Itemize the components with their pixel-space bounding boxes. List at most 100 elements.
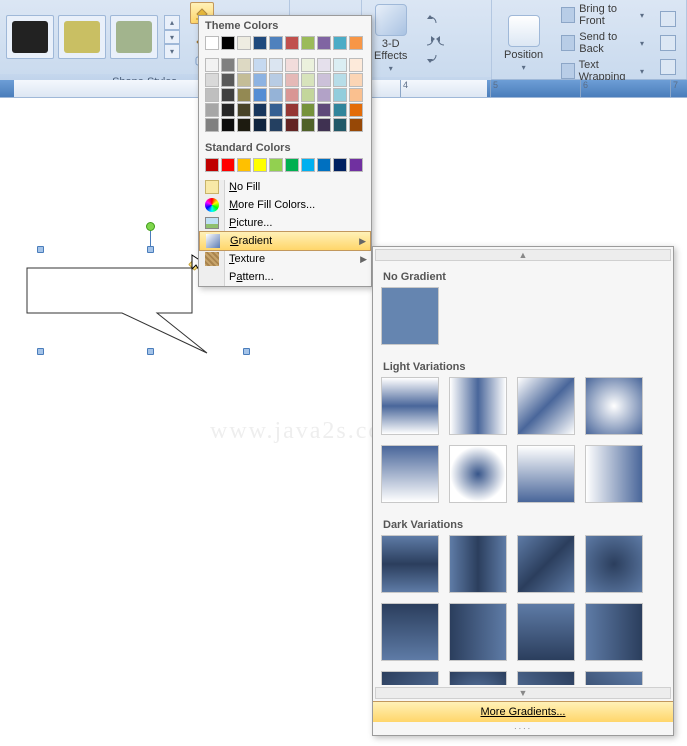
color-swatch[interactable] bbox=[349, 36, 363, 50]
color-swatch[interactable] bbox=[205, 103, 219, 117]
color-swatch[interactable] bbox=[253, 36, 267, 50]
gradient-swatch[interactable] bbox=[517, 445, 575, 503]
color-swatch[interactable] bbox=[269, 73, 283, 87]
color-swatch[interactable] bbox=[301, 88, 315, 102]
color-swatch[interactable] bbox=[253, 103, 267, 117]
rotate-button[interactable] bbox=[656, 56, 680, 78]
color-swatch[interactable] bbox=[205, 36, 219, 50]
resize-grip-icon[interactable]: ∙∙∙∙ bbox=[373, 722, 673, 735]
color-swatch[interactable] bbox=[253, 73, 267, 87]
color-swatch[interactable] bbox=[269, 58, 283, 72]
color-swatch[interactable] bbox=[237, 58, 251, 72]
gradient-swatch[interactable] bbox=[449, 671, 507, 685]
send-to-back-button[interactable]: Send to Back ▾ bbox=[557, 30, 648, 56]
color-swatch[interactable] bbox=[301, 158, 315, 172]
color-swatch[interactable] bbox=[285, 36, 299, 50]
color-swatch[interactable] bbox=[221, 58, 235, 72]
color-swatch[interactable] bbox=[349, 118, 363, 132]
color-swatch[interactable] bbox=[333, 103, 347, 117]
menu-no-fill[interactable]: No Fill bbox=[199, 178, 371, 196]
gradient-swatch[interactable] bbox=[449, 603, 507, 661]
group-button[interactable] bbox=[656, 32, 680, 54]
color-swatch[interactable] bbox=[349, 58, 363, 72]
style-swatch-black[interactable] bbox=[6, 15, 54, 59]
gradient-swatch[interactable] bbox=[449, 535, 507, 593]
gradient-swatch[interactable] bbox=[585, 671, 643, 685]
gradient-swatch[interactable] bbox=[449, 445, 507, 503]
color-swatch[interactable] bbox=[221, 36, 235, 50]
align-button[interactable] bbox=[656, 8, 680, 30]
color-swatch[interactable] bbox=[205, 118, 219, 132]
color-swatch[interactable] bbox=[301, 73, 315, 87]
color-swatch[interactable] bbox=[301, 103, 315, 117]
menu-gradient[interactable]: Gradient ▶ bbox=[199, 231, 371, 251]
color-swatch[interactable] bbox=[349, 73, 363, 87]
gradient-swatch[interactable] bbox=[381, 377, 439, 435]
callout-shape[interactable] bbox=[22, 263, 194, 323]
resize-handle-nw[interactable] bbox=[37, 246, 44, 253]
color-swatch[interactable] bbox=[301, 118, 315, 132]
color-swatch[interactable] bbox=[285, 103, 299, 117]
color-swatch[interactable] bbox=[237, 36, 251, 50]
color-swatch[interactable] bbox=[317, 36, 331, 50]
color-swatch[interactable] bbox=[333, 158, 347, 172]
tilt-left-icon[interactable] bbox=[421, 30, 435, 48]
color-swatch[interactable] bbox=[269, 158, 283, 172]
resize-handle-n[interactable] bbox=[147, 246, 154, 253]
color-swatch[interactable] bbox=[349, 103, 363, 117]
color-swatch[interactable] bbox=[269, 103, 283, 117]
gradient-swatch[interactable] bbox=[381, 603, 439, 661]
color-swatch[interactable] bbox=[237, 118, 251, 132]
resize-handle-se[interactable] bbox=[243, 348, 250, 355]
color-swatch[interactable] bbox=[269, 118, 283, 132]
color-swatch[interactable] bbox=[253, 58, 267, 72]
menu-more-colors[interactable]: More Fill Colors... bbox=[199, 196, 371, 214]
color-swatch[interactable] bbox=[333, 118, 347, 132]
color-swatch[interactable] bbox=[317, 88, 331, 102]
color-swatch[interactable] bbox=[333, 73, 347, 87]
color-swatch[interactable] bbox=[221, 73, 235, 87]
gradient-swatch[interactable] bbox=[517, 535, 575, 593]
color-swatch[interactable] bbox=[205, 58, 219, 72]
scroll-down-button[interactable]: ▼ bbox=[375, 687, 671, 699]
gradient-swatch[interactable] bbox=[517, 671, 575, 685]
color-swatch[interactable] bbox=[253, 118, 267, 132]
3d-effects-button[interactable]: 3-D Effects ▾ bbox=[368, 2, 413, 75]
rotate-handle[interactable] bbox=[146, 222, 155, 231]
color-swatch[interactable] bbox=[205, 88, 219, 102]
gradient-swatch[interactable] bbox=[449, 377, 507, 435]
gradient-swatch-none[interactable] bbox=[381, 287, 439, 345]
color-swatch[interactable] bbox=[269, 88, 283, 102]
color-swatch[interactable] bbox=[301, 58, 315, 72]
color-swatch[interactable] bbox=[205, 73, 219, 87]
tilt-right-icon[interactable] bbox=[436, 30, 450, 48]
gradient-swatch[interactable] bbox=[381, 671, 439, 685]
color-swatch[interactable] bbox=[317, 118, 331, 132]
color-swatch[interactable] bbox=[285, 73, 299, 87]
color-swatch[interactable] bbox=[253, 88, 267, 102]
menu-picture[interactable]: Picture... bbox=[199, 214, 371, 232]
color-swatch[interactable] bbox=[301, 36, 315, 50]
color-swatch[interactable] bbox=[285, 88, 299, 102]
gradient-swatch[interactable] bbox=[381, 445, 439, 503]
color-swatch[interactable] bbox=[349, 158, 363, 172]
style-swatch-green[interactable] bbox=[110, 15, 158, 59]
gradient-swatch[interactable] bbox=[585, 377, 643, 435]
color-swatch[interactable] bbox=[285, 158, 299, 172]
color-swatch[interactable] bbox=[221, 103, 235, 117]
color-swatch[interactable] bbox=[221, 118, 235, 132]
color-swatch[interactable] bbox=[205, 158, 219, 172]
gradient-swatch[interactable] bbox=[585, 603, 643, 661]
color-swatch[interactable] bbox=[285, 118, 299, 132]
color-swatch[interactable] bbox=[221, 88, 235, 102]
style-swatch-olive[interactable] bbox=[58, 15, 106, 59]
color-swatch[interactable] bbox=[237, 73, 251, 87]
color-swatch[interactable] bbox=[333, 36, 347, 50]
color-swatch[interactable] bbox=[317, 58, 331, 72]
color-swatch[interactable] bbox=[269, 36, 283, 50]
position-button[interactable]: Position ▾ bbox=[498, 13, 549, 74]
style-gallery-scroll[interactable]: ▴▾▾ bbox=[164, 15, 180, 59]
color-swatch[interactable] bbox=[333, 88, 347, 102]
bring-to-front-button[interactable]: Bring to Front ▾ bbox=[557, 2, 648, 28]
menu-texture[interactable]: Texture ▶ bbox=[199, 250, 371, 268]
